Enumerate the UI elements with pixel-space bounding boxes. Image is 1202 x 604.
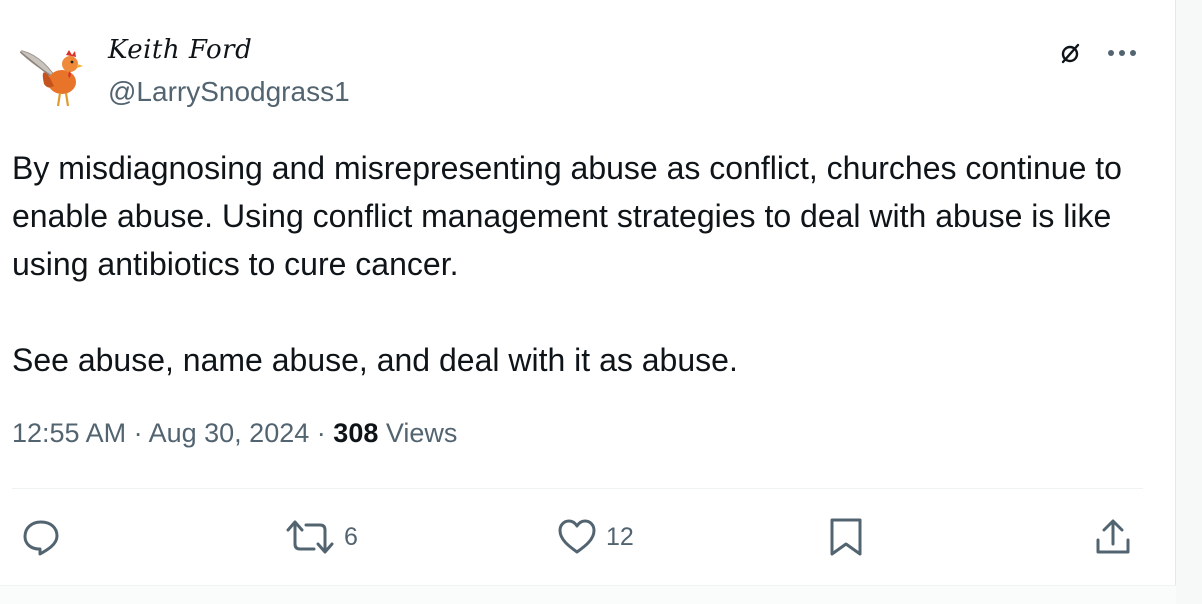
more-dots-icon[interactable] [1104, 40, 1140, 66]
divider [12, 488, 1143, 489]
tweet-paragraph: By misdiagnosing and misrepresenting abu… [12, 150, 1122, 282]
share-button[interactable] [1092, 516, 1134, 558]
retweet-button[interactable]: 6 [284, 516, 358, 558]
right-edge [1175, 0, 1202, 604]
avatar[interactable] [12, 36, 92, 116]
like-button[interactable]: 12 [556, 516, 634, 558]
separator: · [133, 418, 143, 448]
display-name[interactable]: Keith Ford [108, 35, 252, 65]
tweet-meta: 12:55 AM · Aug 30, 2024 · 308 Views [12, 418, 457, 449]
like-count: 12 [606, 522, 634, 551]
bookmark-button[interactable] [826, 516, 866, 558]
timestamp-date[interactable]: Aug 30, 2024 [149, 418, 310, 448]
retweet-count: 6 [344, 522, 358, 551]
reply-button[interactable] [20, 516, 62, 558]
views-label: Views [385, 418, 458, 448]
rooster-avatar-icon [12, 36, 92, 116]
separator: · [316, 418, 326, 448]
tweet-text: By misdiagnosing and misrepresenting abu… [12, 144, 1162, 384]
tweet-paragraph: See abuse, name abuse, and deal with it … [12, 342, 738, 378]
retweet-icon [286, 520, 334, 554]
heart-icon [558, 519, 596, 554]
timestamp-time[interactable]: 12:55 AM [12, 418, 126, 448]
bookmark-icon [830, 518, 862, 556]
grok-icon[interactable] [1057, 40, 1083, 66]
bottom-edge [0, 585, 1176, 604]
share-upload-icon [1096, 519, 1130, 554]
views-count: 308 [333, 418, 379, 448]
reply-bubble-icon [23, 520, 59, 556]
user-handle[interactable]: @LarrySnodgrass1 [108, 76, 350, 108]
